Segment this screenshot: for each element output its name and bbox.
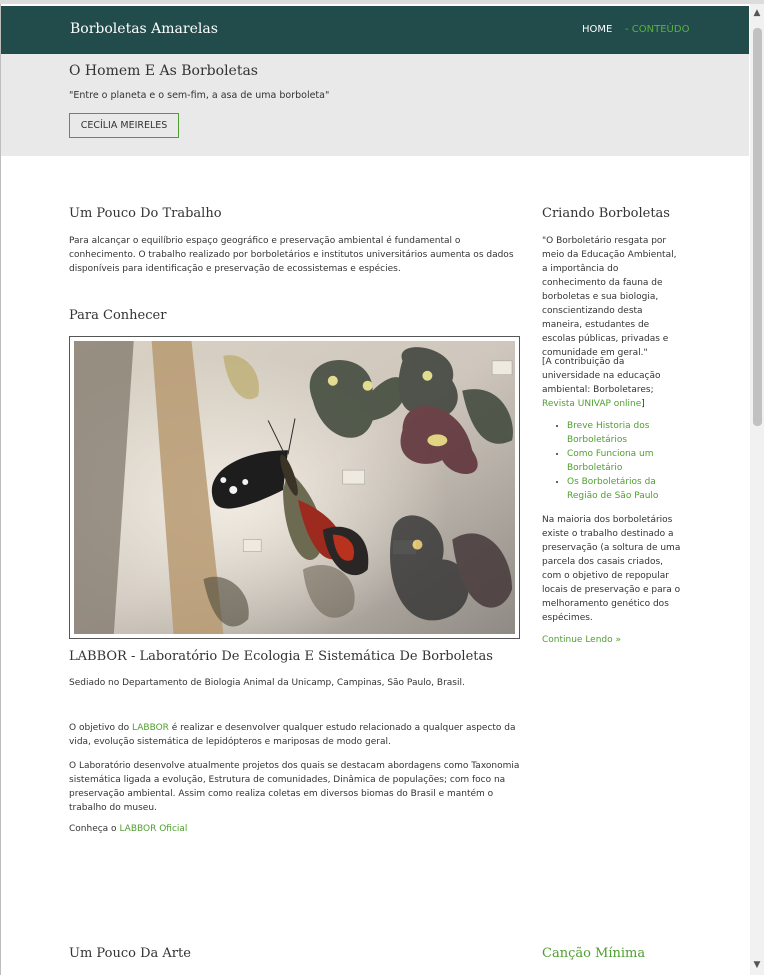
section-text-work: Para alcançar o equilíbrio espaço geográ… xyxy=(69,236,514,274)
nav-home-link[interactable]: HOME xyxy=(582,24,612,35)
labbor-link[interactable]: LABBOR xyxy=(132,723,169,733)
know-text: Conheça o xyxy=(69,824,120,834)
arrow-down-icon[interactable]: ▼ xyxy=(751,960,763,970)
labbor-projects: O Laboratório desenvolve atualmente proj… xyxy=(69,761,520,813)
author-button[interactable]: CECÍLIA MEIRELES xyxy=(69,113,179,138)
source-bracket: ] xyxy=(641,399,645,409)
nav-content-link[interactable]: - CONTEÚDO xyxy=(625,24,689,35)
arrow-up-icon[interactable]: ▲ xyxy=(751,8,763,18)
labbor-know: Conheça o LABBOR Oficial xyxy=(69,822,521,836)
section-title-work: Um Pouco Do Trabalho xyxy=(69,206,222,221)
sidebar-link-list: Breve Historia dos Borboletários Como Fu… xyxy=(542,419,687,503)
labbor-objective: O objetivo do LABBOR é realizar e desenv… xyxy=(69,721,521,749)
univap-link[interactable]: Revista UNIVAP online xyxy=(542,399,641,409)
sidebar-link-sao-paulo[interactable]: Os Borboletários da Região de São Paulo xyxy=(567,477,658,501)
continue-reading-link[interactable]: Continue Lendo » xyxy=(542,633,621,647)
hero-title: O Homem E As Borboletas xyxy=(69,63,258,79)
sidebar-quote: "O Borboletário resgata por meio da Educ… xyxy=(542,236,677,358)
list-item: Como Funciona um Borboletário xyxy=(567,447,687,475)
sidebar-link-how-it-works[interactable]: Como Funciona um Borboletário xyxy=(567,449,654,473)
poem-title: Canção Mínima xyxy=(542,946,646,961)
top-navbar: Borboletas Amarelas HOME - CONTEÚDO xyxy=(1,6,749,54)
labbor-official-link[interactable]: LABBOR Oficial xyxy=(119,824,187,834)
hero-quote: "Entre o planeta e o sem-fim, a asa de u… xyxy=(69,90,330,101)
window-top-border xyxy=(0,0,764,4)
sidebar-link-history[interactable]: Breve Historia dos Borboletários xyxy=(567,421,649,445)
source-text: [A contribuição da universidade na educa… xyxy=(542,357,661,395)
objective-text-start: O objetivo do xyxy=(69,723,133,733)
site-brand[interactable]: Borboletas Amarelas xyxy=(70,21,218,37)
section-title-know: Para Conhecer xyxy=(69,308,167,323)
labbor-location: Sediado no Departamento de Biologia Anim… xyxy=(69,678,465,688)
sidebar-source: [A contribuição da universidade na educa… xyxy=(542,355,672,411)
list-item: Breve Historia dos Borboletários xyxy=(567,419,687,447)
scrollbar-thumb[interactable] xyxy=(753,28,762,426)
section-title-art: Um Pouco Da Arte xyxy=(69,946,191,961)
hero-banner: O Homem E As Borboletas "Entre o planeta… xyxy=(1,54,749,156)
butterfly-collection-photo xyxy=(74,341,515,634)
sidebar-title: Criando Borboletas xyxy=(542,206,670,221)
sidebar-paragraph: Na maioria dos borboletários existe o tr… xyxy=(542,515,681,623)
butterfly-photo-frame xyxy=(69,336,520,639)
labbor-title: LABBOR - Laboratório De Ecologia E Siste… xyxy=(69,649,493,664)
list-item: Os Borboletários da Região de São Paulo xyxy=(567,475,687,503)
